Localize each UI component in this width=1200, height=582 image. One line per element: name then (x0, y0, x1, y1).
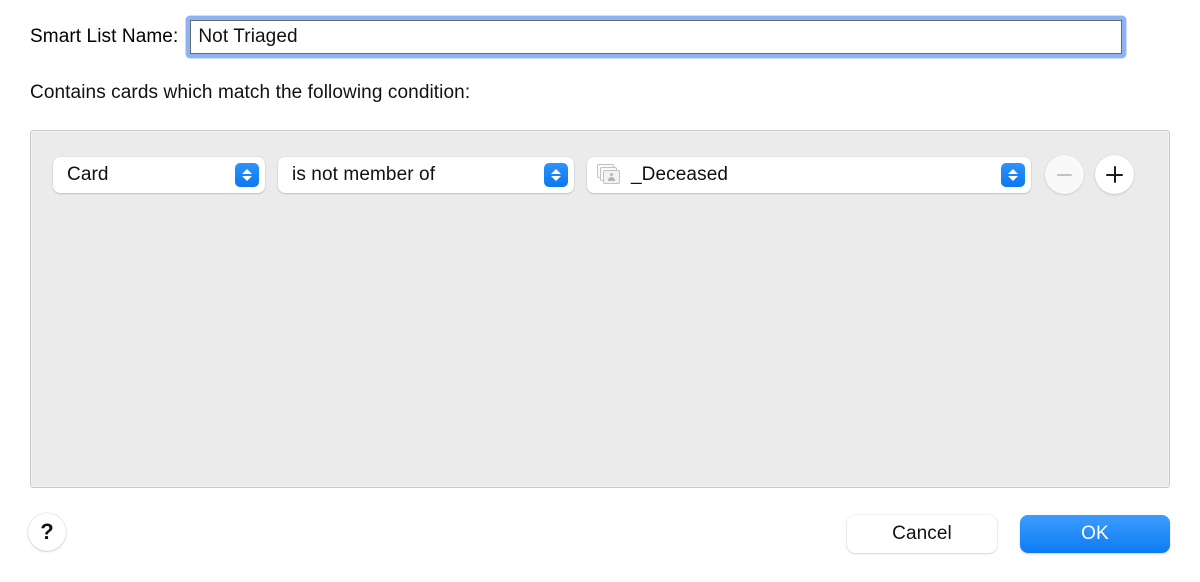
smart-list-name-row: Smart List Name: Not Triaged (0, 14, 1200, 60)
chevron-up-down-icon (544, 162, 568, 187)
condition-operator-select[interactable]: is not member of (278, 156, 574, 193)
conditions-panel: Card is not member of _Deceased (30, 130, 1170, 488)
smart-list-name-focus-ring: Not Triaged (186, 16, 1127, 58)
condition-value-content: _Deceased (587, 163, 995, 186)
help-button[interactable]: ? (28, 513, 66, 551)
condition-field-value: Card (67, 163, 109, 185)
smart-list-name-label: Smart List Name: (30, 26, 179, 47)
chevron-up-down-icon (235, 162, 259, 187)
chevron-up-down-icon (1001, 162, 1025, 187)
stacked-cards-icon (597, 163, 623, 186)
minus-icon (1057, 173, 1072, 176)
condition-value-text: _Deceased (631, 163, 729, 185)
condition-operator-value: is not member of (292, 163, 436, 185)
plus-icon (1106, 166, 1123, 183)
add-condition-button[interactable] (1095, 155, 1134, 194)
question-mark-icon: ? (40, 518, 54, 544)
smart-list-name-value: Not Triaged (198, 26, 298, 47)
condition-value-select[interactable]: _Deceased (587, 156, 1031, 193)
smart-list-name-input[interactable]: Not Triaged (190, 20, 1123, 54)
condition-description: Contains cards which match the following… (30, 82, 471, 103)
condition-field-select[interactable]: Card (53, 156, 265, 193)
ok-button[interactable]: OK (1020, 515, 1170, 553)
remove-condition-button[interactable] (1045, 155, 1084, 194)
condition-row: Card is not member of _Deceased (53, 155, 1134, 194)
cancel-button[interactable]: Cancel (847, 515, 997, 553)
